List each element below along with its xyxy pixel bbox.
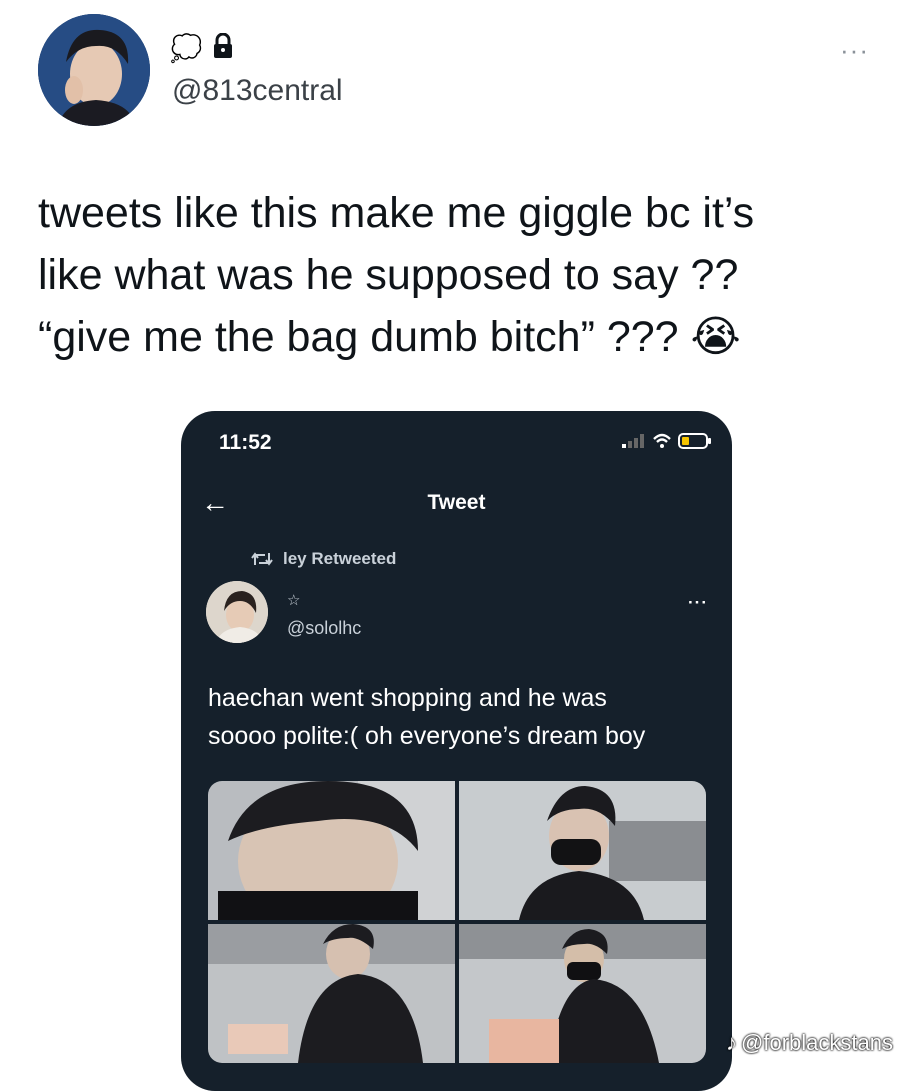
tweet-line: tweets like this make me giggle bc it’s [38, 189, 755, 237]
crying-emoji: 😭 [690, 313, 741, 361]
embedded-screenshot[interactable]: 11:52 ← Tweet ley Retweeted ☆ @sololhc ·… [181, 411, 732, 1091]
signal-icon [622, 434, 644, 448]
tweet-line: like what was he supposed to say ?? [38, 251, 739, 299]
wifi-icon [653, 433, 671, 448]
embedded-text-line: soooo polite:( oh everyone’s dream boy [208, 722, 646, 750]
embedded-more-icon[interactable]: ··· [688, 593, 708, 613]
retweet-label: ley Retweeted [283, 549, 397, 568]
photo-2[interactable] [459, 781, 706, 920]
more-options-icon[interactable]: ··· [840, 35, 869, 66]
thought-balloon-icon: 💭 [170, 32, 203, 63]
watermark-text: @forblackstans [741, 1030, 893, 1055]
tiktok-watermark: ♪ @forblackstans [726, 1030, 893, 1056]
embedded-tweet-text: haechan went shopping and he was soooo p… [208, 679, 718, 755]
status-time: 11:52 [219, 431, 272, 454]
photo-1[interactable] [208, 781, 455, 920]
photo-grid [208, 781, 706, 1063]
star-icon: ☆ [287, 592, 301, 609]
battery-icon [678, 433, 711, 449]
tweet-line: “give me the bag dumb bitch” ??? 😭 [38, 313, 741, 361]
screen-title: Tweet [427, 491, 486, 514]
tweet-text: tweets like this make me giggle bc it’s … [38, 182, 878, 368]
tiktok-logo-icon: ♪ [726, 1030, 738, 1055]
retweet-icon [251, 552, 273, 566]
embedded-handle[interactable]: @sololhc [287, 618, 361, 639]
author-name-row: 💭 [170, 28, 234, 68]
author-avatar[interactable] [38, 14, 150, 126]
photo-4[interactable] [459, 924, 706, 1063]
retweet-context: ley Retweeted [251, 549, 396, 569]
embedded-text-line: haechan went shopping and he was [208, 684, 607, 712]
embedded-avatar[interactable] [206, 581, 268, 643]
photo-3[interactable] [208, 924, 455, 1063]
status-icons [622, 433, 712, 449]
lock-icon [212, 32, 234, 64]
author-handle[interactable]: @813central [172, 74, 343, 108]
